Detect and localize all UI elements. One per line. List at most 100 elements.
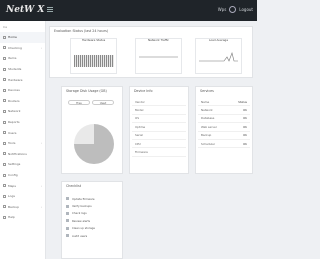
checklist-item[interactable]: Review alerts xyxy=(62,217,122,224)
sidebar-item-label: Help xyxy=(8,215,15,220)
table-row: Backup OK xyxy=(198,132,250,140)
sidebar-item-label: Config xyxy=(8,173,18,178)
activity-bar xyxy=(106,55,108,67)
checklist-title: Checklist xyxy=(66,184,81,188)
sidebar-item[interactable]: Network xyxy=(0,106,45,117)
load-chart: Load Average xyxy=(195,38,242,74)
checkbox-icon[interactable] xyxy=(66,204,69,208)
activity-bar xyxy=(94,55,96,67)
sidebar-item[interactable]: Help xyxy=(0,212,45,223)
row-value: OK xyxy=(242,133,247,138)
storage-card: Storage Disk Usage (GB) Free Used xyxy=(61,86,123,174)
checklist-item[interactable]: Update firmware xyxy=(62,195,122,202)
row-value: Status xyxy=(238,99,247,104)
sidebar-item[interactable]: Hardware xyxy=(0,74,45,85)
list-icon xyxy=(3,56,6,60)
services-card: Services Name Status Network OK Database OK We… xyxy=(195,86,253,174)
checklist-card: Checklist Update firmware Verify backups C… xyxy=(61,181,123,259)
activity-bar xyxy=(112,55,114,67)
table-row: CPU xyxy=(132,140,186,149)
row-label: Vendor xyxy=(135,99,145,104)
row-value: OK xyxy=(242,141,247,146)
activity-bar xyxy=(74,55,76,67)
chevron-right-icon: › xyxy=(40,204,42,209)
activity-bar xyxy=(98,55,100,67)
sidebar-item[interactable]: Users xyxy=(0,127,45,138)
sidebar: Ca Home Checking › Items Students Hardware Dev… xyxy=(0,21,46,259)
hardware-chart: Hardware Status xyxy=(70,38,117,74)
legend-free-button[interactable]: Free xyxy=(68,100,90,105)
sidebar-item[interactable]: Config xyxy=(0,170,45,181)
row-label: OS xyxy=(135,116,139,121)
activity-bar xyxy=(76,55,78,67)
checklist-item[interactable]: Check logs xyxy=(62,210,122,217)
help-icon xyxy=(3,215,6,219)
chevron-right-icon: › xyxy=(40,45,42,50)
sidebar-item-label: Backup xyxy=(8,204,19,209)
checkbox-icon[interactable] xyxy=(66,211,69,215)
checkbox-icon[interactable] xyxy=(66,219,69,223)
sidebar-item[interactable]: Devices xyxy=(0,85,45,96)
user-avatar-icon[interactable] xyxy=(229,6,237,13)
table-row: Network OK xyxy=(198,106,250,115)
device-info-card: Device Info Vendor Model OS Uptime Serial CPU… xyxy=(129,86,189,174)
row-label: CPU xyxy=(135,141,141,146)
row-value: OK xyxy=(242,116,247,121)
activity-bar xyxy=(104,55,106,67)
sidebar-item[interactable]: Home xyxy=(0,32,45,43)
row-value: OK xyxy=(242,108,247,113)
app-logo[interactable]: NetW X xyxy=(6,5,44,15)
sidebar-item[interactable]: Students xyxy=(0,64,45,75)
sidebar-item-label: Checking xyxy=(8,45,22,50)
checkbox-icon[interactable] xyxy=(66,234,69,238)
activity-bar xyxy=(82,55,84,67)
row-label: Scheduler xyxy=(201,141,216,146)
sidebar-item[interactable]: Tools › xyxy=(0,138,45,149)
sidebar-item-label: Items xyxy=(8,56,17,61)
sidebar-item-label: Hardware xyxy=(8,77,23,82)
router-icon xyxy=(3,99,6,103)
row-label: Model xyxy=(135,108,144,113)
sidebar-item-label: Students xyxy=(8,67,22,72)
row-label: Uptime xyxy=(135,124,146,129)
overview-title: Evaluation Status (last 24 hours) xyxy=(54,29,109,33)
sidebar-item-label: Routers xyxy=(8,98,20,103)
activity-bar xyxy=(102,55,104,67)
activity-bar xyxy=(88,55,90,67)
sidebar-item-label: Home xyxy=(8,35,17,40)
username[interactable]: Wps xyxy=(218,7,227,12)
sidebar-item[interactable]: Logs xyxy=(0,191,45,202)
sidebar-item[interactable]: Items xyxy=(0,53,45,64)
traffic-chart-title: Network Traffic xyxy=(148,38,169,42)
sidebar-item[interactable]: Notifications xyxy=(0,149,45,160)
report-icon xyxy=(3,120,6,124)
bell-icon xyxy=(3,152,6,156)
sidebar-item[interactable]: Backup › xyxy=(0,202,45,213)
sidebar-item-label: Users xyxy=(8,130,17,135)
checkbox-icon[interactable] xyxy=(66,197,69,201)
check-icon xyxy=(3,46,6,50)
activity-bar xyxy=(90,55,92,67)
sidebar-item-label: Settings xyxy=(8,162,21,167)
table-row: Uptime xyxy=(132,123,186,132)
sidebar-item-label: Logs xyxy=(8,194,15,199)
sidebar-item[interactable]: Checking › xyxy=(0,43,45,54)
activity-bar xyxy=(78,55,80,67)
sidebar-item[interactable]: Reports xyxy=(0,117,45,128)
sidebar-item-label: Tools xyxy=(8,141,16,146)
top-bar: NetW X Wps Logout xyxy=(0,0,257,21)
sidebar-item[interactable]: Settings xyxy=(0,159,45,170)
row-label: Backup xyxy=(201,133,212,138)
checklist-item[interactable]: Clean up storage xyxy=(62,225,122,232)
hardware-bars xyxy=(74,55,114,67)
sidebar-item[interactable]: Maps › xyxy=(0,180,45,191)
checklist-item[interactable]: Audit users xyxy=(62,232,122,239)
checkbox-icon[interactable] xyxy=(66,226,69,230)
checklist-item[interactable]: Verify backups xyxy=(62,202,122,209)
checklist-item-label: Verify backups xyxy=(72,204,92,209)
legend-used-button[interactable]: Used xyxy=(92,100,114,105)
logout-link[interactable]: Logout xyxy=(239,7,253,12)
sidebar-item[interactable]: Routers xyxy=(0,96,45,107)
activity-bar xyxy=(92,55,94,67)
menu-toggle-icon[interactable] xyxy=(47,7,53,8)
